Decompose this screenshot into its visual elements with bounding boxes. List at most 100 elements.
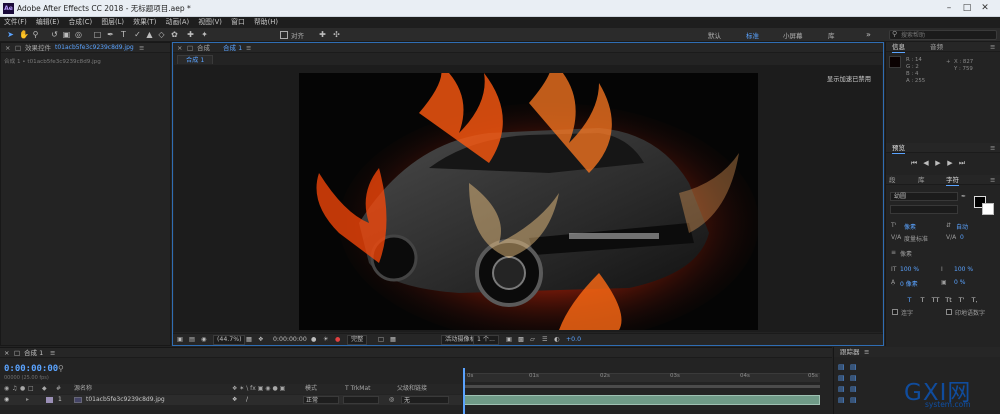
align-middle-icon[interactable]: ▤ (850, 374, 857, 382)
menu-animation[interactable]: 动画(A) (166, 17, 190, 28)
mask-icon[interactable]: ❖ (258, 335, 264, 345)
small-caps-button[interactable]: Tt (942, 296, 955, 304)
rotate-tool-icon[interactable]: ↺ (50, 30, 59, 39)
layer-label-color[interactable] (46, 397, 53, 403)
menu-effect[interactable]: 效果(T) (133, 17, 156, 28)
panel-menu-icon[interactable]: ≡ (50, 348, 55, 358)
align-center-icon[interactable]: ▤ (838, 374, 845, 382)
subscript-button[interactable]: T, (968, 296, 981, 304)
magnification-select[interactable]: (44.7%) (213, 335, 246, 345)
visibility-icon[interactable]: ◉ (4, 395, 9, 405)
eyedropper-icon[interactable]: ✒ (961, 193, 966, 200)
flowchart-icon[interactable]: ☰ (542, 335, 548, 345)
type-tool-icon[interactable]: T (119, 30, 128, 39)
exposure-value[interactable]: +0.0 (566, 335, 581, 345)
layer-row[interactable]: ◉ ▸ 1 t01acb5fe3c9239c8d9.jpg ❖ / 正常 ◎ 无 (0, 395, 462, 405)
pick-whip-icon[interactable]: ◎ (389, 395, 394, 405)
snapshot-icon[interactable]: ● (311, 335, 316, 345)
tab-preview[interactable]: 预览 (892, 143, 905, 154)
font-size-value[interactable]: 像素 (904, 222, 916, 231)
zoom-tool-icon[interactable]: ⚲ (31, 30, 40, 39)
leading-value[interactable]: 自动 (956, 222, 968, 231)
panel-menu-icon[interactable]: ≡ (246, 43, 251, 53)
snap-extend-icon[interactable]: ✣ (332, 30, 341, 39)
rectangle-tool-icon[interactable]: □ (93, 30, 102, 39)
work-area-bar[interactable] (463, 385, 820, 388)
panel-menu-icon[interactable]: ≡ (990, 175, 995, 185)
kerning-value[interactable]: 度量标准 (904, 234, 928, 243)
maximize-button[interactable]: □ (958, 2, 976, 14)
toggle-pixel-icon[interactable]: ▣ (506, 335, 512, 345)
hindi-digits-checkbox[interactable] (946, 309, 952, 315)
resolution-select[interactable]: 完整 (347, 335, 368, 345)
menu-view[interactable]: 视图(V) (198, 17, 222, 28)
last-frame-icon[interactable]: ⏭ (956, 159, 968, 168)
workspace-library[interactable]: 库 (828, 30, 835, 40)
views-select[interactable]: 1 个... (473, 335, 499, 345)
tracker-title[interactable]: 跟踪器 (840, 347, 860, 357)
faux-bold-button[interactable]: T (903, 296, 916, 304)
help-search-input[interactable] (901, 31, 995, 39)
lock-icon[interactable]: □ (14, 348, 20, 358)
grid-icon[interactable]: ▦ (246, 335, 252, 345)
effect-controls-tab-file[interactable]: t01acb5fe3c9239c8d9.jpg (55, 43, 134, 53)
panel-menu-icon[interactable]: ≡ (139, 43, 144, 53)
panel-menu-icon[interactable]: ≡ (864, 347, 869, 357)
pen-tool-icon[interactable]: ✒ (106, 30, 115, 39)
superscript-button[interactable]: T' (955, 296, 968, 304)
timeline-icon[interactable]: ▱ (530, 335, 535, 345)
trkmat-header[interactable]: T TrkMat (345, 384, 371, 394)
composition-tab-label[interactable]: 合成 (197, 43, 210, 53)
menu-help[interactable]: 帮助(H) (254, 17, 278, 28)
panel-menu-icon[interactable]: ≡ (990, 143, 995, 153)
close-button[interactable]: ✕ (976, 2, 994, 14)
baseline-shift-value[interactable]: 0 像素 (900, 279, 918, 288)
eraser-tool-icon[interactable]: ◇ (157, 30, 166, 39)
snap-option-icon[interactable]: ✚ (318, 30, 327, 39)
always-preview-icon[interactable]: ▣ (177, 335, 183, 345)
align-bottom-icon[interactable]: ▤ (850, 385, 857, 393)
faux-italic-button[interactable]: T (916, 296, 929, 304)
transparency-grid-icon[interactable]: ▦ (390, 335, 396, 345)
layer-mode-select[interactable]: 正常 (303, 396, 339, 404)
lock-column-icon[interactable]: □ (28, 384, 34, 394)
show-snapshot-icon[interactable]: ☀ (323, 335, 329, 345)
vr-icon[interactable]: ◉ (201, 335, 206, 345)
current-time[interactable]: 0:00:00:00 (273, 335, 307, 345)
minimize-button[interactable]: – (940, 2, 958, 14)
hand-tool-icon[interactable]: ✋ (19, 30, 29, 39)
stroke-width-value[interactable]: 像素 (900, 249, 912, 258)
search-icon[interactable]: ⚲ (58, 364, 64, 373)
pin-tool-icon[interactable]: ✦ (200, 30, 209, 39)
composition-tab-name[interactable]: 合成 1 (223, 43, 242, 53)
lock-icon[interactable]: □ (187, 43, 193, 53)
stroke-color-swatch[interactable] (982, 203, 994, 215)
pan-behind-tool-icon[interactable]: ◎ (74, 30, 83, 39)
label-column-icon[interactable]: ◆ (42, 384, 47, 394)
layer-trkmat-select[interactable] (343, 396, 379, 404)
menu-composition[interactable]: 合成(C) (68, 17, 92, 28)
time-ruler[interactable]: 0s 01s 02s 03s 04s 05s (463, 360, 820, 388)
layer-name[interactable]: t01acb5fe3c9239c8d9.jpg (86, 395, 165, 405)
play-icon[interactable]: ▶ (932, 159, 944, 167)
font-family-select[interactable]: 幼圆 (890, 192, 958, 201)
puppet-pin-tool-icon[interactable]: ✚ (186, 30, 195, 39)
tab-character[interactable]: 字符 (946, 175, 959, 186)
layer-switch-icon[interactable]: ❖ (232, 395, 237, 405)
previous-frame-icon[interactable]: ◀ (920, 159, 932, 167)
tab-audio[interactable]: 音频 (930, 42, 943, 52)
align-left-icon[interactable]: ▤ (838, 363, 845, 371)
mode-header[interactable]: 模式 (305, 384, 317, 394)
effect-controls-tab-label[interactable]: 效果控件 (25, 43, 51, 53)
timeline-timecode[interactable]: 0:00:00:00 (4, 364, 58, 374)
fast-preview-icon[interactable]: ▩ (518, 335, 524, 345)
current-time-indicator[interactable] (463, 368, 465, 414)
camera-tool-icon[interactable]: ▣ (62, 30, 71, 39)
close-icon[interactable]: × (5, 43, 10, 53)
solo-toggle-icon[interactable]: ● (20, 384, 25, 394)
layer-duration-bar[interactable] (463, 395, 820, 405)
brush-tool-icon[interactable]: ✓ (133, 30, 142, 39)
parent-header[interactable]: 父级和链接 (397, 384, 427, 394)
distribute-vertical-icon[interactable]: ▤ (850, 396, 857, 404)
workspace-overflow-icon[interactable]: » (864, 30, 873, 39)
